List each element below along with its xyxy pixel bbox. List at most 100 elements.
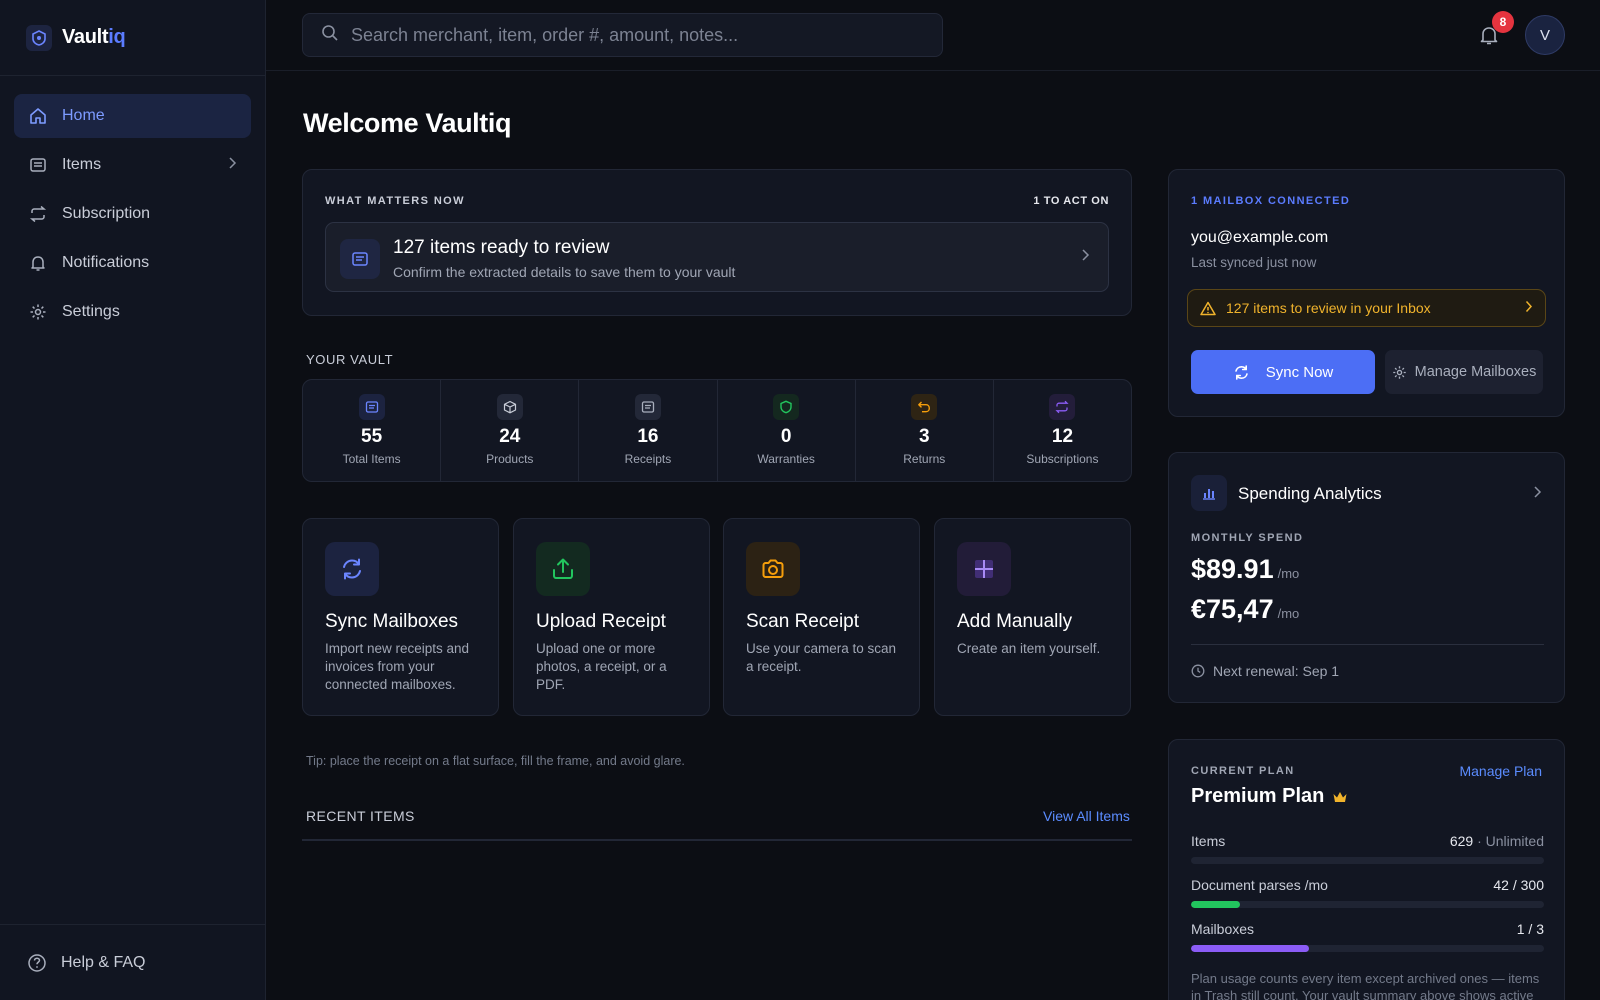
- brand[interactable]: Vaultiq: [0, 0, 265, 76]
- usage-fill: [1191, 901, 1241, 908]
- action-description: Create an item yourself.: [957, 641, 1101, 656]
- spending-analytics-card[interactable]: Spending Analytics MONTHLY SPEND $89.91/…: [1168, 452, 1565, 703]
- sync-now-button[interactable]: Sync Now: [1191, 350, 1375, 394]
- view-all-items-link[interactable]: View All Items: [1043, 808, 1130, 824]
- sidebar: Vaultiq Home Items Subscription Notifica…: [0, 0, 266, 1000]
- spending-title: Spending Analytics: [1238, 484, 1382, 503]
- sidebar-nav: Home Items Subscription Notifications Se…: [0, 76, 265, 357]
- vault-logo-icon: [26, 24, 52, 51]
- sidebar-item-label: Notifications: [62, 254, 150, 271]
- spending-divider: [1191, 644, 1544, 645]
- page-title: Welcome Vaultiq: [303, 108, 512, 138]
- stat-label: Subscriptions: [1026, 452, 1099, 466]
- action-title: Sync Mailboxes: [325, 611, 459, 632]
- vault-stat-returns[interactable]: 3 Returns: [856, 380, 994, 481]
- monthly-spend-usd: $89.91/mo: [1191, 554, 1299, 585]
- vault-stat-total-items[interactable]: 55 Total Items: [303, 380, 442, 481]
- list-icon: [28, 155, 48, 175]
- crown-icon: [1332, 790, 1348, 804]
- help-label: Help & FAQ: [61, 953, 146, 971]
- sidebar-item-home[interactable]: Home: [14, 94, 251, 138]
- help-faq-link[interactable]: Help & FAQ: [0, 924, 265, 1000]
- vault-stat-subscriptions[interactable]: 12 Subscriptions: [994, 380, 1131, 481]
- review-items-banner[interactable]: 127 items ready to review Confirm the ex…: [325, 222, 1109, 292]
- chevron-right-icon: [1524, 300, 1533, 316]
- receipt-icon: [634, 394, 661, 420]
- plan-name-text: Premium Plan: [1191, 785, 1325, 807]
- what-matters-card: WHAT MATTERS NOW 1 TO ACT ON 127 items r…: [302, 169, 1132, 316]
- vault-stat-warranties[interactable]: 0 Warranties: [718, 380, 856, 481]
- vault-section-label: YOUR VAULT: [306, 352, 394, 367]
- usage-track: [1191, 901, 1544, 908]
- box-icon: [496, 394, 523, 420]
- usage-value: 629 · Unlimited: [1449, 833, 1544, 849]
- add-manually-card[interactable]: Add Manually Create an item yourself.: [934, 518, 1131, 716]
- usage-row-mailboxes: Mailboxes 1 / 3: [1191, 921, 1544, 952]
- next-renewal-text: Next renewal: Sep 1: [1213, 663, 1340, 679]
- help-circle-icon: [27, 953, 47, 973]
- sidebar-item-settings[interactable]: Settings: [14, 290, 251, 334]
- amount-value: $89.91: [1191, 554, 1274, 584]
- sidebar-item-label: Items: [62, 156, 102, 173]
- search-icon: [321, 24, 339, 47]
- repeat-icon: [28, 204, 48, 224]
- clock-icon: [1191, 664, 1205, 678]
- review-title: 127 items ready to review: [393, 237, 610, 258]
- plus-icon: [957, 542, 1011, 596]
- current-plan-caption: CURRENT PLAN: [1191, 765, 1295, 777]
- stat-value: 55: [361, 426, 383, 447]
- sidebar-item-label: Subscription: [62, 205, 151, 222]
- manage-mailboxes-button[interactable]: Manage Mailboxes: [1385, 350, 1543, 394]
- act-on-count: 1 TO ACT ON: [1033, 195, 1109, 207]
- manage-plan-link[interactable]: Manage Plan: [1459, 763, 1542, 779]
- sidebar-item-label: Home: [62, 107, 105, 124]
- monthly-spend-eur: €75,47/mo: [1191, 594, 1299, 625]
- stat-label: Receipts: [624, 452, 672, 466]
- warning-text: 127 items to review in your Inbox: [1226, 300, 1431, 316]
- usage-fill: [1191, 945, 1309, 952]
- document-list-icon: [340, 239, 380, 279]
- repeat-icon: [1049, 394, 1076, 420]
- sidebar-item-notifications[interactable]: Notifications: [14, 241, 251, 285]
- scan-receipt-card[interactable]: Scan Receipt Use your camera to scan a r…: [723, 518, 920, 716]
- search-input[interactable]: [351, 24, 931, 46]
- brand-name: Vaultiq: [62, 26, 126, 48]
- scan-tip: Tip: place the receipt on a flat surface…: [306, 754, 685, 768]
- sidebar-item-items[interactable]: Items: [14, 143, 251, 187]
- recent-items-label: RECENT ITEMS: [306, 808, 415, 824]
- vault-stat-receipts[interactable]: 16 Receipts: [579, 380, 718, 481]
- action-description: Upload one or more photos, a receipt, or…: [536, 641, 667, 692]
- mailbox-email: you@example.com: [1191, 229, 1329, 246]
- bell-icon: [28, 253, 48, 273]
- chevron-right-icon: [227, 156, 237, 174]
- user-avatar[interactable]: V: [1525, 15, 1565, 55]
- notification-count-badge: 8: [1492, 11, 1514, 33]
- stat-value: 3: [918, 426, 930, 447]
- sync-icon: [325, 542, 379, 596]
- stat-label: Products: [486, 452, 534, 466]
- vault-stat-products[interactable]: 24 Products: [441, 380, 580, 481]
- search-box[interactable]: [302, 13, 943, 57]
- sidebar-item-subscription[interactable]: Subscription: [14, 192, 251, 236]
- usage-row-document-parses: Document parses /mo 42 / 300: [1191, 877, 1544, 908]
- plan-name: Premium Plan: [1191, 785, 1348, 808]
- sidebar-item-label: Settings: [62, 303, 120, 320]
- upload-receipt-card[interactable]: Upload Receipt Upload one or more photos…: [513, 518, 710, 716]
- stat-label: Total Items: [342, 452, 401, 466]
- sync-mailboxes-card[interactable]: Sync Mailboxes Import new receipts and i…: [302, 518, 499, 716]
- vault-summary: 55 Total Items 24 Products 16 Receipts 0…: [302, 379, 1132, 482]
- manage-mailboxes-label: Manage Mailboxes: [1414, 364, 1537, 380]
- usage-value: 42 / 300: [1493, 877, 1544, 893]
- usage-row-items: Items 629 · Unlimited: [1191, 833, 1544, 864]
- current-plan-card: CURRENT PLAN Manage Plan Premium Plan It…: [1168, 739, 1565, 1000]
- next-renewal: Next renewal: Sep 1: [1191, 663, 1339, 679]
- mailbox-connected-caption: 1 MAILBOX CONNECTED: [1191, 195, 1351, 207]
- action-description: Use your camera to scan a receipt.: [746, 641, 897, 674]
- monthly-spend-caption: MONTHLY SPEND: [1191, 532, 1304, 544]
- stat-value: 16: [637, 426, 659, 447]
- warning-triangle-icon: [1200, 301, 1216, 316]
- inbox-review-warning[interactable]: 127 items to review in your Inbox: [1187, 289, 1546, 327]
- usage-track: [1191, 857, 1544, 864]
- usage-label: Mailboxes: [1191, 921, 1255, 937]
- chevron-right-icon: [1080, 248, 1090, 267]
